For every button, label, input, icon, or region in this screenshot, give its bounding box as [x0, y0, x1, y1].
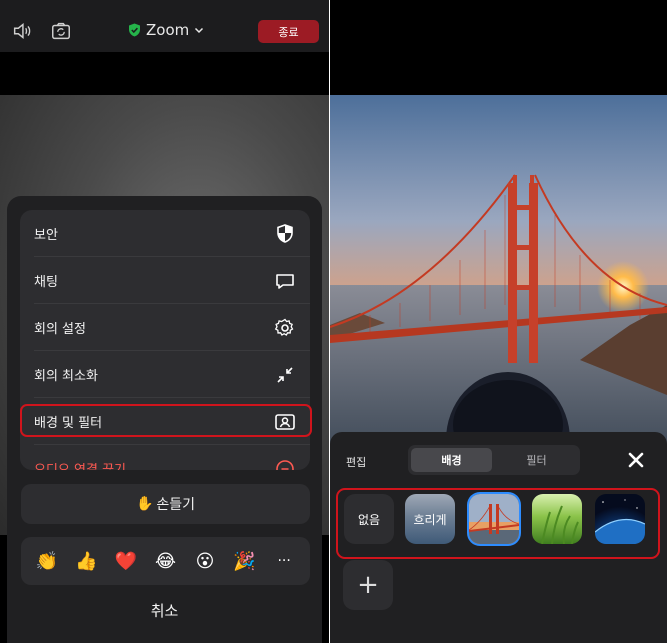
raise-hand-button[interactable]: ✋ 손들기 — [21, 484, 310, 524]
menu-item-label: 회의 설정 — [34, 322, 86, 337]
cancel-button[interactable]: 취소 — [7, 600, 322, 621]
meeting-top-bar: Zoom 종료 — [0, 0, 329, 52]
background-filter-tabs: 배경 필터 — [408, 445, 580, 475]
joy-reaction-icon[interactable]: 😂 — [150, 551, 180, 572]
party-reaction-icon[interactable]: 🎉 — [230, 551, 260, 572]
menu-item-minimize-meeting[interactable]: 회의 최소화 — [20, 351, 310, 398]
menu-item-label: 오디오 연결 끊기 — [34, 459, 126, 470]
clap-reaction-icon[interactable]: 👏 — [32, 551, 62, 572]
thumbs-up-reaction-icon[interactable]: 👍 — [71, 551, 101, 572]
end-meeting-button[interactable]: 종료 — [258, 20, 319, 43]
heart-reaction-icon[interactable]: ❤️ — [111, 551, 141, 572]
gear-icon — [274, 318, 294, 336]
camera-switch-icon[interactable] — [50, 20, 72, 42]
golden-gate-thumbnail — [469, 494, 519, 544]
minimize-arrows-icon — [277, 366, 293, 383]
close-icon[interactable] — [626, 450, 646, 470]
background-option-blur[interactable]: 흐리게 — [405, 494, 455, 544]
menu-item-label: 보안 — [34, 228, 58, 243]
disconnect-icon — [276, 459, 294, 470]
background-option-none[interactable]: 없음 — [344, 494, 394, 544]
menu-item-meeting-settings[interactable]: 회의 설정 — [20, 304, 310, 351]
background-option-label: 없음 — [357, 512, 381, 527]
grass-thumbnail — [541, 505, 579, 544]
menu-item-label: 채팅 — [34, 275, 58, 290]
left-screen: Zoom 종료 보안 채팅 회의 설정 회의 최소화 배경 및 필터 ✋ 손들기… — [0, 0, 329, 643]
background-option-golden-gate[interactable] — [469, 494, 519, 544]
meeting-title[interactable]: Zoom — [128, 21, 204, 39]
menu-item-disconnect-audio[interactable]: 오디오 연결 끊기 — [20, 445, 310, 470]
speaker-icon[interactable] — [11, 20, 33, 42]
menu-item-chat[interactable]: 채팅 — [20, 257, 310, 304]
shield-icon — [277, 223, 293, 243]
surprised-reaction-icon[interactable]: 😮 — [190, 551, 220, 572]
reactions-bar: 👏 👍 ❤️ 😂 😮 🎉 ··· — [21, 537, 310, 585]
highlight-background-filters — [20, 404, 312, 437]
shield-check-icon — [129, 23, 140, 37]
meeting-title-text: Zoom — [146, 21, 190, 39]
virtual-background-preview — [330, 95, 667, 455]
background-option-label: 흐리게 — [413, 512, 447, 527]
hand-raise-icon: ✋ — [135, 496, 154, 512]
tab-background[interactable]: 배경 — [411, 448, 492, 472]
menu-item-label: 회의 최소화 — [34, 369, 98, 384]
menu-item-security[interactable]: 보안 — [20, 210, 310, 257]
right-screen: 편집 배경 필터 없음 흐리게 + — [330, 0, 667, 643]
more-reactions-icon[interactable]: ··· — [269, 553, 299, 569]
raise-hand-label: 손들기 — [156, 497, 196, 513]
chat-bubble-icon — [276, 273, 294, 289]
edit-button[interactable]: 편집 — [346, 454, 366, 470]
tab-filter[interactable]: 필터 — [496, 448, 577, 472]
chevron-down-icon — [195, 27, 204, 33]
background-filters-panel: 편집 배경 필터 없음 흐리게 + — [330, 432, 667, 643]
add-background-button[interactable]: + — [343, 560, 393, 610]
background-option-grass[interactable] — [532, 494, 582, 544]
more-options-sheet: 보안 채팅 회의 설정 회의 최소화 배경 및 필터 ✋ 손들기 👏 👍 ❤️ … — [7, 196, 322, 643]
background-option-space[interactable] — [595, 494, 645, 544]
earth-thumbnail — [595, 499, 645, 544]
